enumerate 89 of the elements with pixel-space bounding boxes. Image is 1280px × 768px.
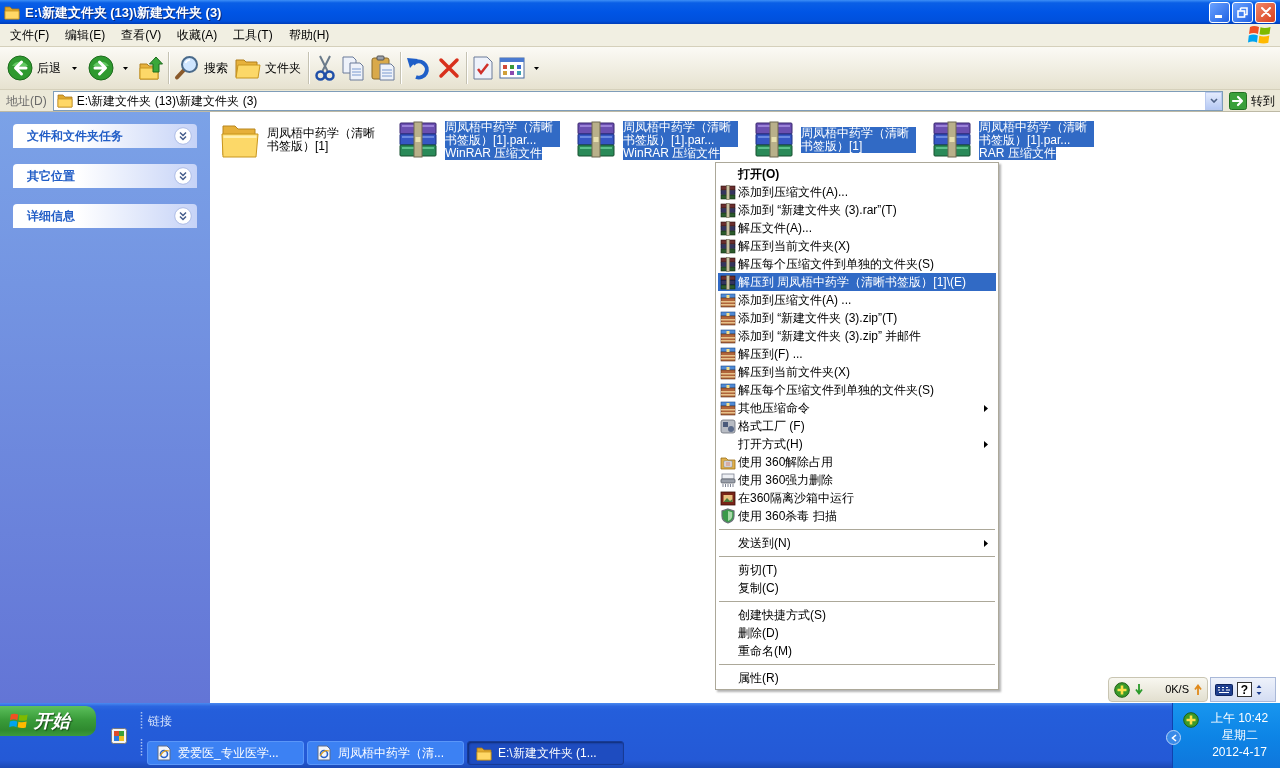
media-tile-icon (720, 418, 736, 434)
page-icon (156, 745, 172, 761)
links-toolbar-label: 链接 (148, 714, 172, 727)
taskbar-button[interactable]: 爱爱医_专业医学... (147, 741, 304, 765)
archive-books-icon (720, 238, 736, 254)
file-name[interactable]: 周凤梧中药学（清晰书签版）[1].par... (979, 120, 1094, 147)
scissors-icon (314, 55, 336, 81)
keyboard-icon[interactable] (1215, 683, 1233, 696)
context-menu-item[interactable]: 解压到 周凤梧中药学（清晰书签版）[1]\(E) (718, 273, 996, 291)
file-name[interactable]: 周凤梧中药学（清晰书签版）[1] (801, 127, 916, 153)
archive-books-icon (720, 274, 736, 290)
archive-books-icon[interactable] (574, 120, 618, 160)
archive-books-icon (720, 256, 736, 272)
search-button[interactable]: 搜索 (173, 50, 231, 86)
clock-weekday: 星期二 (1221, 728, 1258, 742)
speed-reading: 0K/S (1165, 684, 1189, 695)
minimize-button[interactable] (1209, 1, 1230, 23)
restore-icon (1237, 6, 1248, 18)
delete-icon (437, 56, 461, 80)
folder-icon (56, 93, 73, 108)
address-field[interactable]: E:\新建文件夹 (13)\新建文件夹 (3) (52, 90, 1223, 111)
back-button[interactable]: 后退 (6, 50, 84, 86)
archive-box-icon (720, 364, 736, 380)
sandbox-box-icon (720, 490, 736, 506)
taskbar-button[interactable]: E:\新建文件夹 (1... (467, 741, 624, 765)
address-label: 地址(D) (5, 94, 48, 107)
shield-icon (720, 508, 736, 524)
grip-icon (140, 738, 143, 758)
flag-logo-icon (9, 712, 29, 730)
restore-button[interactable] (1232, 1, 1253, 23)
archive-box-icon (720, 382, 736, 398)
go-button[interactable]: 转到 (1227, 90, 1277, 111)
archive-box-icon (720, 310, 736, 326)
close-icon (1260, 7, 1271, 17)
file-name[interactable]: 周凤梧中药学（清晰书签版）[1].par... (623, 120, 738, 147)
task-pane-header[interactable]: 详细信息 (13, 204, 197, 228)
down-arrow-icon (1135, 684, 1143, 695)
chevron-down-icon (1209, 98, 1218, 103)
clock-date: 2012-4-17 (1212, 745, 1267, 759)
taskbar-button[interactable]: 周凤梧中药学（清... (307, 741, 464, 765)
plus-circle-icon (1114, 681, 1130, 698)
archive-box-icon (720, 292, 736, 308)
archive-books-icon[interactable] (930, 120, 974, 160)
close-button[interactable] (1255, 1, 1276, 23)
archive-box-icon (720, 400, 736, 416)
checked-page-icon (472, 55, 494, 81)
menu-item[interactable]: 文件(F) (2, 25, 58, 45)
plus-circle-icon (1183, 712, 1199, 728)
clipboard-icon (370, 55, 395, 81)
menu-item[interactable]: 帮助(H) (280, 25, 338, 45)
archive-books-icon (720, 184, 736, 200)
archive-box-icon (720, 328, 736, 344)
file-name[interactable]: 周凤梧中药学（清晰书签版）[1].par... (445, 120, 560, 147)
app-tile-icon[interactable] (111, 727, 127, 744)
chevron-left-icon (1170, 733, 1177, 742)
views-grid-icon (499, 57, 525, 79)
archive-books-icon (720, 202, 736, 218)
folder-icon (476, 745, 492, 761)
up-arrow-icon (1194, 684, 1202, 695)
show-hidden-icons-button[interactable] (1166, 730, 1181, 745)
task-pane-header[interactable]: 其它位置 (13, 164, 197, 188)
archive-books-icon (720, 220, 736, 236)
minimize-icon (1215, 14, 1222, 18)
menu-item[interactable]: 查看(V) (113, 25, 170, 45)
menu-item[interactable]: 收藏(A) (169, 25, 226, 45)
search-icon (174, 55, 200, 81)
menu-item[interactable]: 编辑(E) (57, 25, 114, 45)
archive-books-icon[interactable] (752, 120, 796, 160)
task-pane-header[interactable]: 文件和文件夹任务 (13, 124, 197, 148)
page-icon (316, 745, 332, 761)
start-button[interactable]: 开始 (0, 706, 96, 736)
window-title: E:\新建文件夹 (13)\新建文件夹 (3) (25, 5, 222, 19)
folders-button[interactable]: 文件夹 (234, 50, 304, 86)
undo-icon (406, 55, 432, 81)
up-down-arrows-icon (1256, 683, 1262, 696)
folder-up-arrow-icon (139, 55, 163, 81)
help-button[interactable]: ? (1237, 682, 1252, 697)
folder-page-icon (720, 454, 736, 470)
file-name[interactable]: 周凤梧中药学（清晰书签版）[1] (267, 127, 382, 153)
archive-box-icon (720, 346, 736, 362)
flag-logo-icon (1248, 24, 1272, 46)
folder-icon (4, 4, 20, 20)
folder-icon (235, 56, 261, 80)
shredder-icon (720, 472, 736, 488)
address-dropdown-button[interactable] (1205, 91, 1222, 110)
copy-pages-icon (341, 55, 365, 81)
grip-icon (140, 710, 143, 731)
menu-item[interactable]: 工具(T) (225, 25, 281, 45)
archive-books-icon[interactable] (396, 120, 440, 160)
